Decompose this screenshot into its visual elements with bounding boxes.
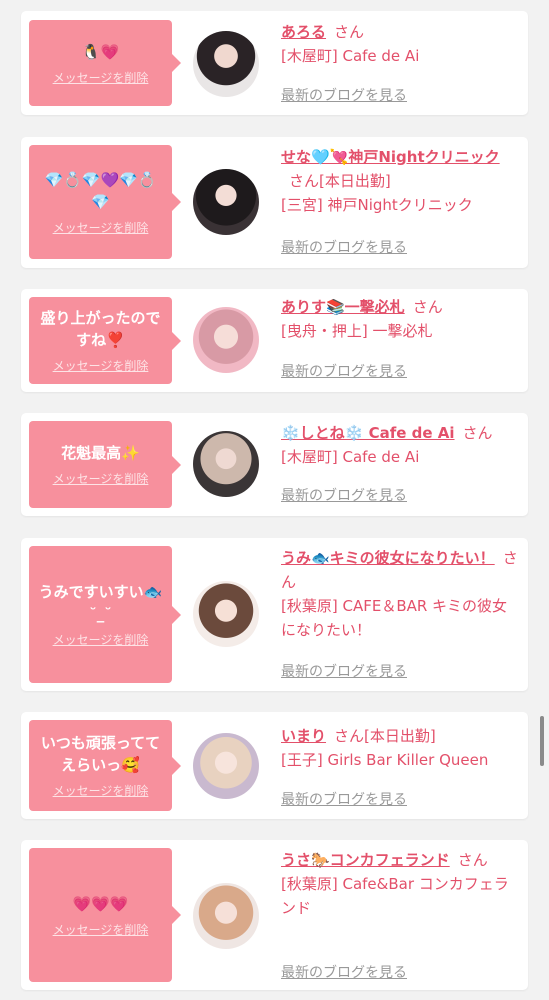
scrollbar[interactable] xyxy=(540,716,544,766)
message-bubble: うみですいすい🐟 ˘_˘ メッセージを削除 xyxy=(29,546,181,683)
cast-name-link[interactable]: せな🩵💘神戸Nightクリニック xyxy=(281,148,500,166)
shop-name: [木屋町] Cafe de Ai xyxy=(281,47,420,65)
honorific: さん xyxy=(457,851,488,869)
honorific: さん xyxy=(462,424,493,442)
latest-blog-link[interactable]: 最新のブログを見る xyxy=(281,962,407,982)
honorific: さん xyxy=(334,727,365,745)
avatar[interactable] xyxy=(193,581,259,647)
latest-blog-link[interactable]: 最新のブログを見る xyxy=(281,237,407,257)
avatar[interactable] xyxy=(193,431,259,497)
message-bubble: 💎💍💎💜💎💍💎 メッセージを削除 xyxy=(29,145,181,259)
message-text: いつも頑張っててえらいっ🥰 xyxy=(40,734,161,774)
message-text: 💗💗💗 xyxy=(72,894,129,913)
shop-name: [曳舟・押上] 一撃必札 xyxy=(281,322,433,340)
avatar[interactable] xyxy=(193,307,259,373)
cast-name-link[interactable]: あろる xyxy=(281,23,326,41)
latest-blog-link[interactable]: 最新のブログを見る xyxy=(281,85,407,105)
message-bubble: 花魁最高✨ メッセージを削除 xyxy=(29,421,181,508)
delete-message-link[interactable]: メッセージを削除 xyxy=(53,219,149,236)
honorific: さん xyxy=(289,172,320,190)
list-item: 花魁最高✨ メッセージを削除 ❄️しとね❄️ Cafe de Ai さん [木屋町… xyxy=(21,413,528,516)
shop-name: [秋葉原] Cafe&Bar コンカフェランド xyxy=(281,875,509,917)
delete-message-link[interactable]: メッセージを削除 xyxy=(53,921,149,938)
latest-blog-link[interactable]: 最新のブログを見る xyxy=(281,361,407,381)
cast-name-link[interactable]: うみ🐟キミの彼女になりたい！ xyxy=(281,549,495,567)
shop-name: [秋葉原] CAFE＆BAR キミの彼女になりたい！ xyxy=(281,597,508,639)
delete-message-link[interactable]: メッセージを削除 xyxy=(53,357,149,374)
avatar[interactable] xyxy=(193,883,259,949)
avatar[interactable] xyxy=(193,31,259,97)
latest-blog-link[interactable]: 最新のブログを見る xyxy=(281,485,407,505)
message-text: 花魁最高✨ xyxy=(61,444,140,462)
shop-name: [木屋町] Cafe de Ai xyxy=(281,448,420,466)
cast-name-link[interactable]: うさ🐎コンカフェランド xyxy=(281,851,450,869)
message-bubble: 🐧💗 メッセージを削除 xyxy=(29,20,181,106)
list-item: いつも頑張っててえらいっ🥰 メッセージを削除 いまり さん[本日出勤] [王子] … xyxy=(21,712,528,819)
shop-name: [王子] Girls Bar Killer Queen xyxy=(281,751,489,769)
cast-name-link[interactable]: ありす📚一撃必札 xyxy=(281,298,405,316)
delete-message-link[interactable]: メッセージを削除 xyxy=(53,631,149,648)
list-item: 🐧💗 メッセージを削除 あろる さん [木屋町] Cafe de Ai 最新のブロ… xyxy=(21,11,528,115)
message-bubble: いつも頑張っててえらいっ🥰 メッセージを削除 xyxy=(29,720,181,811)
message-bubble: 盛り上がったのですね❣️ メッセージを削除 xyxy=(29,297,181,384)
latest-blog-link[interactable]: 最新のブログを見る xyxy=(281,789,407,809)
shop-name: [三宮] 神戸Nightクリニック xyxy=(281,196,473,214)
cast-name-link[interactable]: ❄️しとね❄️ Cafe de Ai xyxy=(281,424,455,442)
delete-message-link[interactable]: メッセージを削除 xyxy=(53,470,149,487)
status-tag: [本日出勤] xyxy=(319,172,391,190)
latest-blog-link[interactable]: 最新のブログを見る xyxy=(281,661,407,681)
status-tag: [本日出勤] xyxy=(364,727,436,745)
message-bubble: 💗💗💗 メッセージを削除 xyxy=(29,848,181,982)
message-text: 🐧💗 xyxy=(81,42,120,61)
list-item: うみですいすい🐟 ˘_˘ メッセージを削除 うみ🐟キミの彼女になりたい！ さん [… xyxy=(21,538,528,691)
delete-message-link[interactable]: メッセージを削除 xyxy=(53,69,149,86)
list-item: 💗💗💗 メッセージを削除 うさ🐎コンカフェランド さん [秋葉原] Cafe&Ba… xyxy=(21,840,528,990)
message-text: 盛り上がったのですね❣️ xyxy=(40,309,161,349)
honorific: さん xyxy=(412,298,443,316)
honorific: さん xyxy=(334,23,365,41)
cast-name-link[interactable]: いまり xyxy=(281,727,326,745)
avatar[interactable] xyxy=(193,733,259,799)
list-item: 💎💍💎💜💎💍💎 メッセージを削除 せな🩵💘神戸Nightクリニックさん[本日出勤… xyxy=(21,137,528,268)
avatar[interactable] xyxy=(193,169,259,235)
delete-message-link[interactable]: メッセージを削除 xyxy=(53,782,149,799)
list-item: 盛り上がったのですね❣️ メッセージを削除 ありす📚一撃必札 さん [曳舟・押上]… xyxy=(21,289,528,392)
message-text: うみですいすい🐟 ˘_˘ xyxy=(38,583,163,623)
message-text: 💎💍💎💜💎💍💎 xyxy=(44,170,157,211)
